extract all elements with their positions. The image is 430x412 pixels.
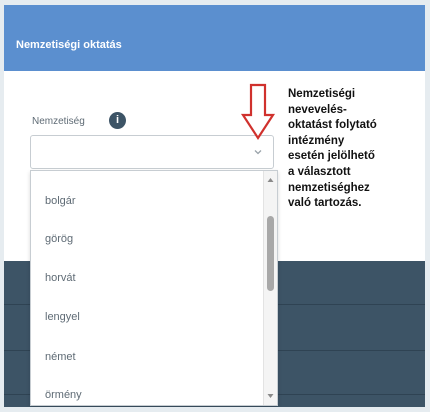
dropdown-option-ormeny[interactable]: örmény [45,389,82,401]
scroll-down-icon[interactable] [267,393,274,399]
info-icon[interactable]: i [109,112,126,129]
chevron-down-icon [254,150,262,155]
nationality-dropdown: bolgár görög horvát lengyel német örmény [30,170,278,406]
arrow-down-icon [240,83,276,141]
section-title: Nemzetiségi oktatás [16,39,122,51]
nationality-label: Nemzetiség [32,116,85,127]
dropdown-option-gorog[interactable]: görög [45,233,73,245]
hint-text: Nemzetiségi nevevelés- oktatást folytató… [288,88,377,210]
dropdown-option-nemet[interactable]: német [45,351,76,363]
dropdown-option-bolgar[interactable]: bolgár [45,195,76,207]
dropdown-option-lengyel[interactable]: lengyel [45,311,80,323]
form-panel: Nemzetiségi oktatás Nemzetiség i bolgár … [4,5,425,407]
nationality-select[interactable] [30,135,274,169]
section-header: Nemzetiségi oktatás [4,5,425,71]
scroll-thumb[interactable] [267,216,274,291]
scroll-up-icon[interactable] [267,177,274,183]
dropdown-option-horvat[interactable]: horvát [45,272,76,284]
dropdown-scrollbar[interactable] [263,171,277,405]
